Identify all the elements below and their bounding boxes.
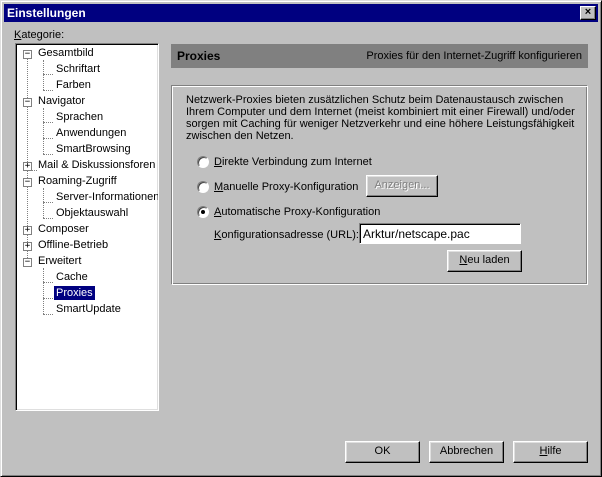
tree-item-mail[interactable]: Mail & Diskussionsforen [38,158,155,172]
help-button-text: ilfe [547,445,562,457]
ok-button[interactable]: OK [345,441,420,463]
tree-leaf-line [43,314,53,315]
tree-leaf-line [43,154,53,155]
reload-button-text: eu laden [467,254,510,266]
collapse-icon[interactable]: − [23,178,32,187]
tree-leaf-line [43,282,53,283]
tree-branch-line [43,188,44,218]
show-button[interactable]: Anzeigen... [366,175,438,197]
proxy-description: Netzwerk-Proxies bieten zusätzlichen Sch… [186,94,575,142]
proxy-options-group: Netzwerk-Proxies bieten zusätzlichen Sch… [171,85,588,285]
category-label: Kategorie: [14,29,65,41]
tree-item-proxies[interactable]: Proxies [54,286,95,300]
tree-item-erweitert[interactable]: Erweitert [38,254,81,268]
radio-manual-proxy[interactable] [197,181,209,193]
reload-button[interactable]: Neu laden [447,250,522,272]
config-url-label-text: onfigurationsadresse (URL): [221,229,359,241]
radio-auto-proxy[interactable] [197,206,209,218]
window-title: Einstellungen [7,6,86,20]
tree-item-server-informationen[interactable]: Server-Informationen [56,190,158,204]
tree-item-anwendungen[interactable]: Anwendungen [56,126,126,140]
tree-item-offline[interactable]: Offline-Betrieb [38,238,108,252]
close-icon: × [584,6,592,18]
radio-direct-connection[interactable] [197,156,209,168]
config-url-input[interactable] [359,223,521,244]
tree-item-farben[interactable]: Farben [56,78,91,92]
label-direct-connection-text: irekte Verbindung zum Internet [221,156,372,168]
tree-item-gesamtbild[interactable]: Gesamtbild [38,46,94,60]
tree-branch-line [43,60,44,90]
settings-dialog: Einstellungen × Kategorie: − Gesamtbild … [0,0,602,477]
tree-item-navigator[interactable]: Navigator [38,94,85,108]
expand-icon[interactable]: + [23,162,32,171]
collapse-icon[interactable]: − [23,98,32,107]
label-auto-proxy-text: utomatische Proxy-Konfiguration [221,206,381,218]
tree-leaf-line [43,218,53,219]
tree-item-schriftart[interactable]: Schriftart [56,62,100,76]
category-label-rest: ategorie: [21,29,65,41]
cancel-button[interactable]: Abbrechen [429,441,504,463]
label-manual-proxy-text: anuelle Proxy-Konfiguration [223,181,359,193]
tree-leaf-line [43,298,53,299]
tree-item-sprachen[interactable]: Sprachen [56,110,103,124]
category-tree[interactable]: − Gesamtbild Schriftart Farben − Navigat… [15,43,159,411]
expand-icon[interactable]: + [23,226,32,235]
tree-leaf-line [43,90,53,91]
collapse-icon[interactable]: − [23,50,32,59]
tree-leaf-line [43,138,53,139]
tree-branch-line [43,108,44,154]
config-url-label: Konfigurationsadresse (URL): [214,229,359,241]
help-button[interactable]: Hilfe [513,441,588,463]
label-manual-proxy[interactable]: Manuelle Proxy-Konfiguration [214,181,358,193]
tree-item-composer[interactable]: Composer [38,222,89,236]
tree-item-smartbrowsing[interactable]: SmartBrowsing [56,142,131,156]
panel-header: Proxies Proxies für den Internet-Zugriff… [171,44,588,68]
tree-item-objektauswahl[interactable]: Objektauswahl [56,206,128,220]
title-bar: Einstellungen × [4,4,598,22]
tree-leaf-line [43,202,53,203]
label-direct-connection[interactable]: Direkte Verbindung zum Internet [214,156,372,168]
close-button[interactable]: × [580,6,596,20]
tree-item-roaming[interactable]: Roaming-Zugriff [38,174,117,188]
tree-item-smartupdate[interactable]: SmartUpdate [56,302,121,316]
panel-title: Proxies [177,49,221,63]
panel-subtitle: Proxies für den Internet-Zugriff konfigu… [366,50,582,62]
expand-icon[interactable]: + [23,242,32,251]
tree-branch-line [43,268,44,314]
collapse-icon[interactable]: − [23,258,32,267]
tree-leaf-line [43,74,53,75]
label-auto-proxy[interactable]: Automatische Proxy-Konfiguration [214,206,380,218]
tree-leaf-line [43,122,53,123]
radio-selected-dot [201,210,205,214]
tree-item-cache[interactable]: Cache [56,270,88,284]
